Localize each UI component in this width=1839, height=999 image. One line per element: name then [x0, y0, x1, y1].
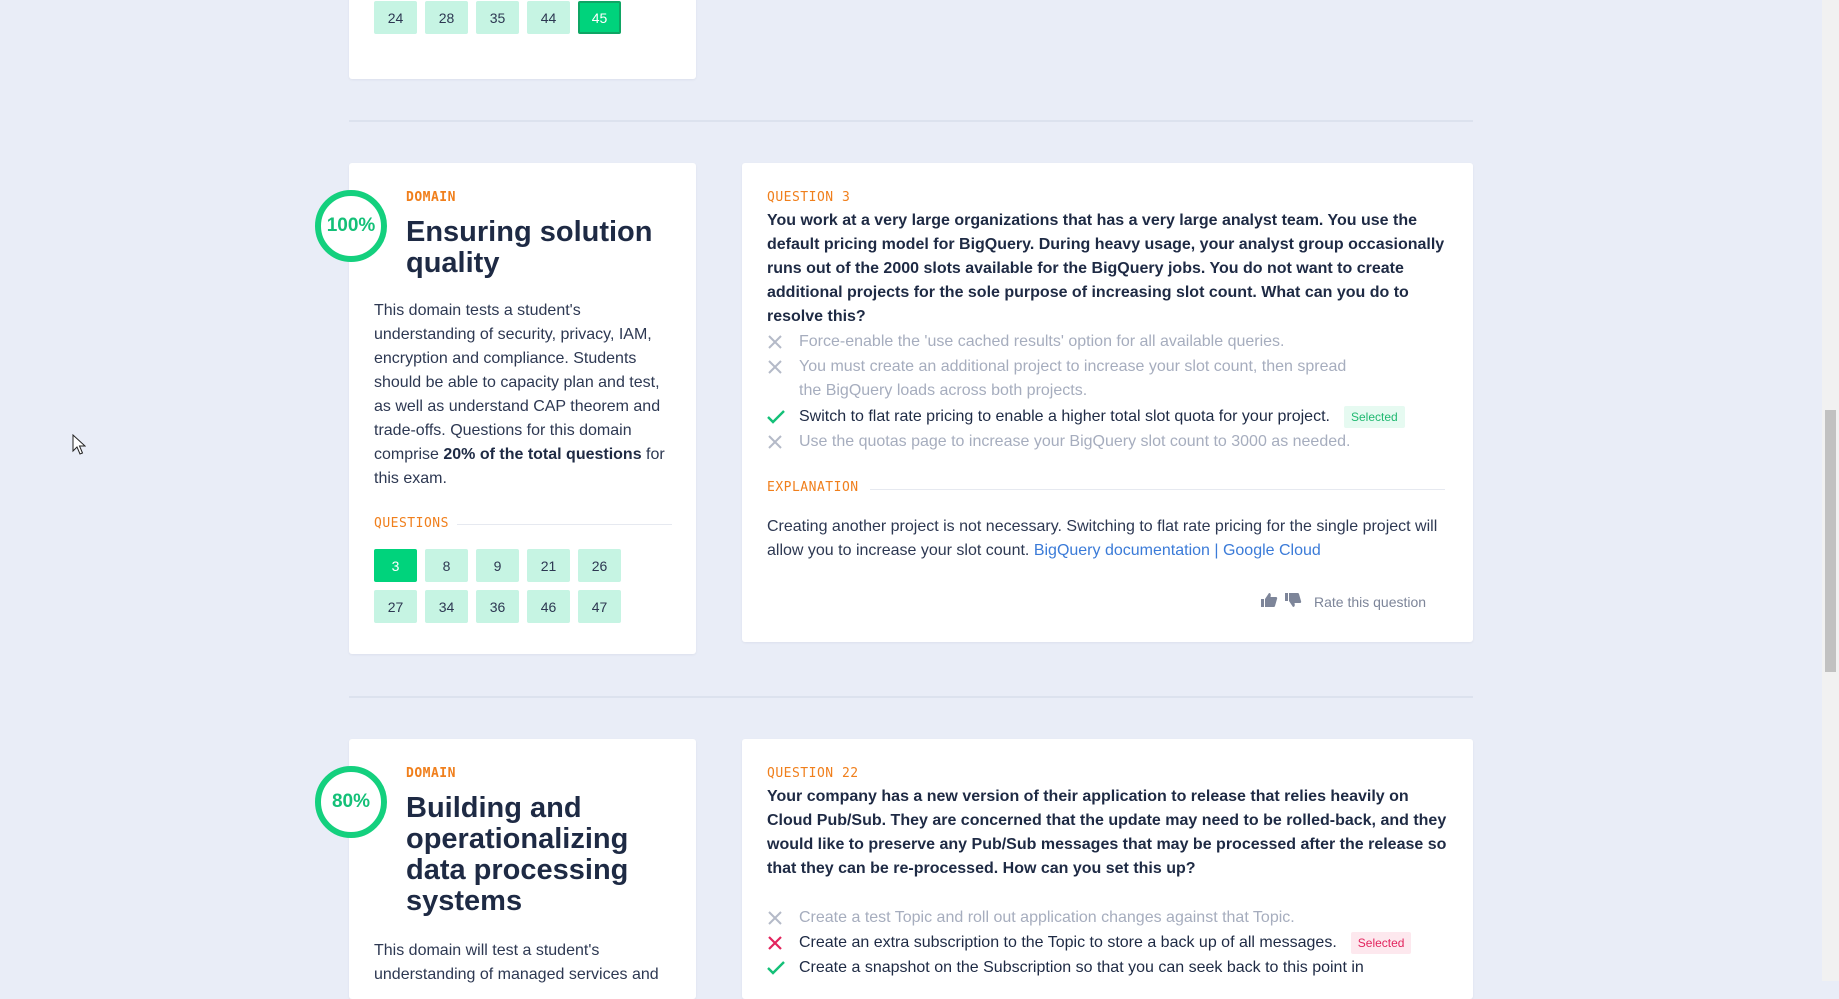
domain-kicker: DOMAIN [406, 766, 456, 781]
scrollbar-thumb[interactable] [1825, 410, 1836, 672]
question-button-45[interactable]: 45 [578, 1, 621, 34]
thumbs-up-icon[interactable] [1260, 592, 1278, 611]
question-label: QUESTION 3 [767, 190, 851, 205]
answer-text: Force-enable the 'use cached results' op… [799, 333, 1285, 350]
rate-question: Rate this question [1260, 592, 1426, 611]
selected-badge: Selected [1343, 406, 1405, 428]
question-button-36[interactable]: 36 [476, 590, 519, 623]
question-button-44[interactable]: 44 [527, 1, 570, 34]
answer-text: Create an extra subscription to the Topi… [799, 934, 1337, 951]
domain-title: Building and operationalizing data proce… [406, 792, 629, 917]
top-question-grid: 24 28 35 44 45 [374, 0, 621, 34]
top-domain-card: 24 28 35 44 45 [349, 0, 696, 79]
check-icon [767, 956, 799, 980]
question-button-8[interactable]: 8 [425, 549, 468, 582]
answer-option-selected[interactable]: Switch to flat rate pricing to enable a … [767, 405, 1405, 429]
answer-text: You must create an additional project to… [799, 358, 1347, 399]
x-icon [767, 906, 799, 930]
domain-card-building: DOMAIN Building and operationalizing dat… [349, 739, 696, 999]
question-button-35[interactable]: 35 [476, 1, 519, 34]
answer-text: Switch to flat rate pricing to enable a … [799, 408, 1330, 425]
question-label: QUESTION 22 [767, 766, 859, 781]
domain-progress-ring: 80% [315, 766, 387, 838]
check-icon [767, 405, 799, 429]
questions-label: QUESTIONS [374, 516, 449, 531]
question-button-9[interactable]: 9 [476, 549, 519, 582]
question-button-46[interactable]: 46 [527, 590, 570, 623]
thumbs-down-icon[interactable] [1284, 592, 1302, 611]
domain-description-highlight: 20% of the total questions [443, 446, 642, 463]
domain-progress-ring: 100% [315, 190, 387, 262]
rate-label[interactable]: Rate this question [1314, 594, 1426, 610]
answer-text: Create a test Topic and roll out applica… [799, 909, 1295, 926]
domain-description: This domain tests a student's understand… [374, 299, 674, 491]
answer-text: Use the quotas page to increase your Big… [799, 433, 1351, 450]
x-red-icon [767, 931, 799, 955]
question-button-27[interactable]: 27 [374, 590, 417, 623]
question-text: You work at a very large organizations t… [767, 212, 1445, 325]
documentation-link[interactable]: BigQuery documentation | Google Cloud [1034, 542, 1321, 559]
answer-option[interactable]: Use the quotas page to increase your Big… [767, 430, 1359, 454]
x-icon [767, 355, 799, 379]
question-button-21[interactable]: 21 [527, 549, 570, 582]
domain-card-quality: DOMAIN Ensuring solution quality This do… [349, 163, 696, 654]
question-button-47[interactable]: 47 [578, 590, 621, 623]
question-text: Your company has a new version of their … [767, 788, 1447, 877]
answer-option[interactable]: You must create an additional project to… [767, 355, 1359, 403]
x-icon [767, 330, 799, 354]
mouse-cursor-icon [72, 433, 87, 461]
section-divider [349, 696, 1473, 698]
answer-option[interactable]: Create a snapshot on the Subscription so… [767, 956, 1419, 980]
explanation-label: EXPLANATION [767, 480, 859, 495]
section-divider [349, 120, 1473, 122]
explanation-rule [870, 489, 1445, 490]
question-button-26[interactable]: 26 [578, 549, 621, 582]
answer-text: Create a snapshot on the Subscription so… [799, 959, 1364, 976]
selected-badge: Selected [1350, 932, 1412, 954]
question-button-3[interactable]: 3 [374, 549, 417, 582]
domain-title: Ensuring solution quality [406, 216, 653, 279]
answer-option-selected[interactable]: Create an extra subscription to the Topi… [767, 931, 1412, 955]
domain-kicker: DOMAIN [406, 190, 456, 205]
question-button-34[interactable]: 34 [425, 590, 468, 623]
domain-question-grid: 3 8 9 21 26 27 34 36 46 47 [374, 549, 621, 623]
answer-option[interactable]: Create a test Topic and roll out applica… [767, 906, 1359, 930]
explanation-text: Creating another project is not necessar… [767, 515, 1452, 563]
domain-description-text: This domain tests a student's understand… [374, 302, 661, 463]
x-icon [767, 430, 799, 454]
question-button-28[interactable]: 28 [425, 1, 468, 34]
questions-label-rule [457, 524, 672, 525]
page-scrollbar[interactable] [1822, 0, 1839, 981]
answer-option[interactable]: Force-enable the 'use cached results' op… [767, 330, 1359, 354]
domain-description: This domain will test a student's unders… [374, 942, 659, 983]
question-button-24[interactable]: 24 [374, 1, 417, 34]
